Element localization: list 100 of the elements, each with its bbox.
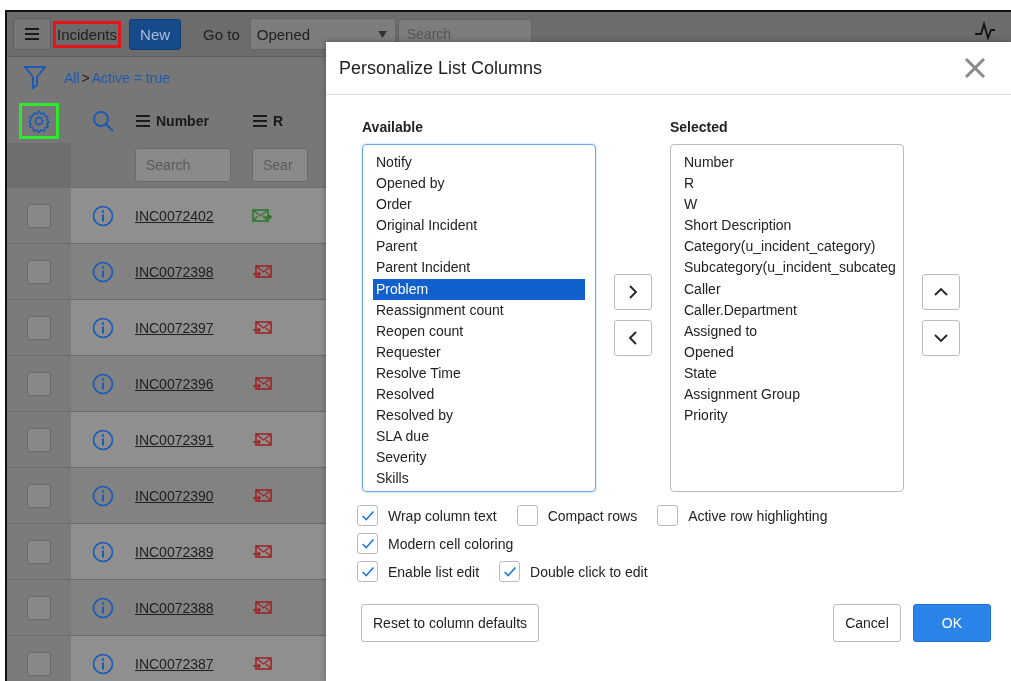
row-checkbox[interactable] xyxy=(27,203,51,228)
info-icon[interactable] xyxy=(92,428,114,451)
envelope-icon xyxy=(252,376,272,391)
pulse-icon[interactable] xyxy=(975,20,997,40)
row-checkbox[interactable] xyxy=(27,539,51,564)
row-checkbox[interactable] xyxy=(27,371,51,396)
settings-icon xyxy=(27,109,51,133)
list-option[interactable]: Original Incident xyxy=(373,215,585,237)
info-icon[interactable] xyxy=(92,260,114,283)
search-icon[interactable] xyxy=(92,110,114,132)
checkbox[interactable] xyxy=(516,505,538,526)
list-box[interactable]: Number R W Short Description Category(u_incident_category) Subcategory(u_incident_subcateg Caller Caller.Department Assigned to Opened State Assignment Group Priority xyxy=(670,144,904,492)
caret-icon xyxy=(377,30,387,38)
row-checkbox[interactable] xyxy=(27,259,51,284)
envelope-icon xyxy=(252,600,272,615)
list-option[interactable]: Notify xyxy=(373,152,585,174)
list-option[interactable]: W xyxy=(671,194,893,216)
list-option[interactable]: Severity xyxy=(373,447,585,469)
new-button[interactable]: New xyxy=(129,18,182,50)
list-option[interactable]: Assigned to xyxy=(671,320,893,342)
row-checkbox[interactable] xyxy=(27,595,51,620)
checkbox[interactable] xyxy=(357,533,378,554)
envelope-icon xyxy=(252,544,272,559)
list-option[interactable]: SLA due xyxy=(373,426,585,448)
list-option[interactable]: Number xyxy=(671,152,893,174)
info-icon[interactable] xyxy=(92,484,114,507)
envelope-icon xyxy=(252,264,272,279)
list-option[interactable]: Requester xyxy=(373,341,585,363)
list-box[interactable]: Notify Opened by Order Original Incident Parent Parent Incident Problem Reassignment count Reopen count Requester Resolve Time Resolved Resolved by SLA due Severity Skills xyxy=(362,144,596,492)
move-up-button[interactable] xyxy=(922,274,960,310)
list-option[interactable]: Caller.Department xyxy=(671,299,893,321)
checkbox[interactable] xyxy=(357,505,378,526)
module-title: Incidents xyxy=(53,20,122,48)
list-option[interactable]: R xyxy=(671,173,893,195)
incident-number-link[interactable]: INC0072396 xyxy=(135,375,214,392)
menu-button[interactable] xyxy=(13,18,51,50)
list-label: Selected xyxy=(670,119,729,137)
list-option[interactable]: Reassignment count xyxy=(373,299,585,321)
envelope-icon xyxy=(252,320,272,335)
add-button[interactable] xyxy=(614,274,652,310)
close-icon xyxy=(964,57,986,79)
info-icon[interactable] xyxy=(92,652,114,675)
list-option[interactable]: Caller xyxy=(671,278,893,300)
menu-icon xyxy=(135,114,151,128)
list-option[interactable]: Short Description xyxy=(671,215,893,237)
checkbox-label: Modern cell coloring xyxy=(388,535,514,552)
incident-number-link[interactable]: INC0072389 xyxy=(135,543,214,560)
incident-number-link[interactable]: INC0072402 xyxy=(135,207,214,224)
incident-number-link[interactable]: INC0072387 xyxy=(135,655,214,672)
list-option[interactable]: Subcategory(u_incident_subcateg xyxy=(671,257,893,279)
list-option[interactable]: Parent xyxy=(373,236,585,258)
settings-button[interactable] xyxy=(19,103,59,139)
list-option[interactable]: Reopen count xyxy=(373,320,585,342)
list-option[interactable]: Skills xyxy=(373,468,585,490)
checkbox-label: Compact rows xyxy=(547,507,638,524)
remove-button[interactable] xyxy=(614,320,652,356)
close-button[interactable] xyxy=(964,57,986,79)
row-checkbox[interactable] xyxy=(27,651,51,676)
info-icon[interactable] xyxy=(92,204,114,227)
cancel-button[interactable]: Cancel xyxy=(833,604,901,642)
info-icon[interactable] xyxy=(92,596,114,619)
info-icon[interactable] xyxy=(92,372,114,395)
row-checkbox[interactable] xyxy=(27,427,51,452)
list-option[interactable]: Assignment Group xyxy=(671,384,893,406)
info-icon[interactable] xyxy=(92,540,114,563)
list-option[interactable]: Problem xyxy=(373,278,585,300)
list-option[interactable]: Resolve Time xyxy=(373,362,585,385)
move-down-button[interactable] xyxy=(922,320,960,356)
reset-button[interactable]: Reset to column defaults xyxy=(361,604,540,642)
checkbox[interactable] xyxy=(657,505,679,526)
list-option[interactable]: Resolved by xyxy=(373,405,585,427)
checkbox-label: Enable list edit xyxy=(388,563,480,580)
incident-number-link[interactable]: INC0072397 xyxy=(135,319,214,336)
list-option[interactable]: Order xyxy=(373,194,585,216)
list-option[interactable]: Opened by xyxy=(373,173,585,195)
info-icon[interactable] xyxy=(92,316,114,339)
list-option[interactable]: State xyxy=(671,362,893,385)
row-checkbox[interactable] xyxy=(27,315,51,340)
envelope-icon xyxy=(252,208,272,223)
column-header[interactable]: Number xyxy=(135,113,248,129)
list-option[interactable]: Category(u_incident_category) xyxy=(671,236,893,258)
column-header[interactable]: R xyxy=(248,113,312,129)
row-checkbox[interactable] xyxy=(27,483,51,508)
checkbox-label: Double click to edit xyxy=(530,563,648,580)
incident-number-link[interactable]: INC0072388 xyxy=(135,599,214,616)
checkbox[interactable] xyxy=(499,561,521,582)
list-option[interactable]: Opened xyxy=(671,341,893,363)
list-option[interactable]: Resolved xyxy=(373,384,585,406)
incident-number-link[interactable]: INC0072390 xyxy=(135,487,214,504)
filter-icon[interactable] xyxy=(24,65,46,91)
incident-number-link[interactable]: INC0072398 xyxy=(135,263,214,280)
goto-label: Go to xyxy=(203,25,240,43)
menu-icon xyxy=(252,114,268,128)
list-option[interactable]: Parent Incident xyxy=(373,257,585,279)
list-option[interactable]: Priority xyxy=(671,405,893,427)
ok-button[interactable]: OK xyxy=(912,604,991,642)
incident-number-link[interactable]: INC0072391 xyxy=(135,431,214,448)
breadcrumb-separator: > xyxy=(81,70,90,86)
envelope-icon xyxy=(252,488,272,503)
checkbox[interactable] xyxy=(357,561,378,582)
